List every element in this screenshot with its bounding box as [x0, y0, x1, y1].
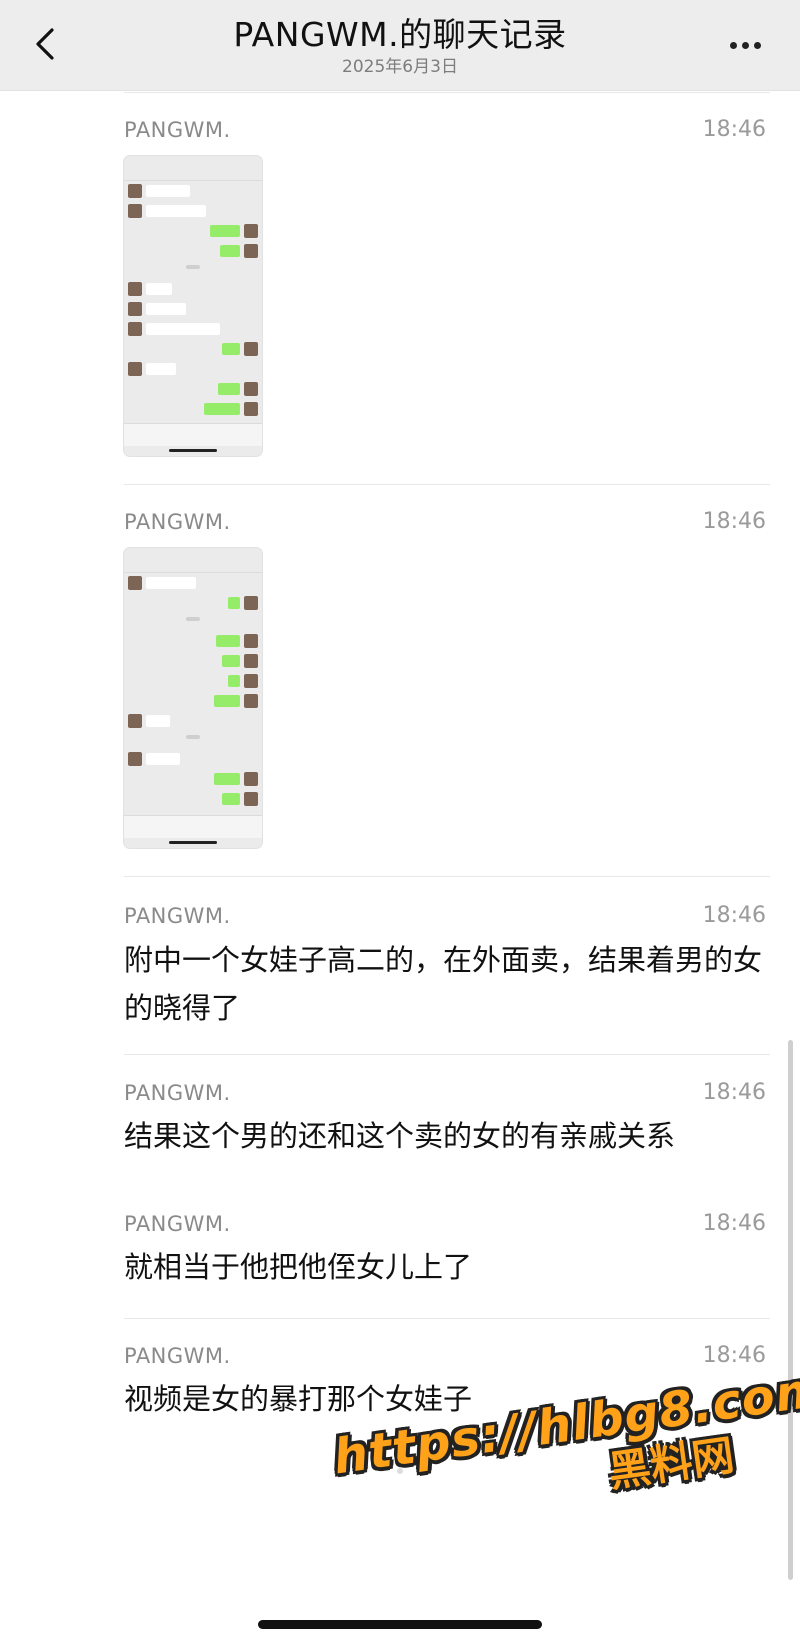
message-text: 就相当于他把他侄女儿上了: [124, 1250, 473, 1284]
scrollbar[interactable]: [788, 1040, 793, 1580]
page-title: PANGWM.的聊天记录: [233, 15, 567, 54]
message-time: 18:46: [702, 117, 766, 142]
divider: [124, 1054, 770, 1055]
chat-screenshot-image[interactable]: [124, 548, 262, 848]
message-time: 18:46: [702, 903, 766, 928]
message-sender: PANGWM.: [124, 904, 231, 928]
message-time: 18:46: [702, 1211, 766, 1236]
divider: [124, 484, 770, 485]
message-sender: PANGWM.: [124, 1081, 231, 1105]
message-text: 附中一个女娃子高二的，在外面卖，结果着男的女的晓得了: [124, 943, 763, 1025]
divider: [124, 876, 770, 877]
divider: [124, 1318, 770, 1319]
message-sender: PANGWM.: [124, 510, 231, 534]
title-block: PANGWM.的聊天记录 2025年6月3日: [150, 14, 650, 77]
message-sender: PANGWM.: [124, 1344, 231, 1368]
home-indicator[interactable]: [258, 1620, 542, 1629]
message-sender: PANGWM.: [124, 118, 231, 142]
more-options-icon[interactable]: [730, 34, 770, 54]
message-sender: PANGWM.: [124, 1212, 231, 1236]
back-chevron-icon[interactable]: [28, 24, 68, 64]
message-text: 结果这个男的还和这个卖的女的有亲戚关系: [124, 1119, 676, 1153]
divider: [124, 92, 770, 93]
message-time: 18:46: [702, 1080, 766, 1105]
page-date: 2025年6月3日: [342, 57, 458, 77]
message-time: 18:46: [702, 1343, 766, 1368]
top-navigation-bar: PANGWM.的聊天记录 2025年6月3日: [0, 0, 800, 91]
message-time: 18:46: [702, 509, 766, 534]
chat-screenshot-image[interactable]: [124, 156, 262, 456]
